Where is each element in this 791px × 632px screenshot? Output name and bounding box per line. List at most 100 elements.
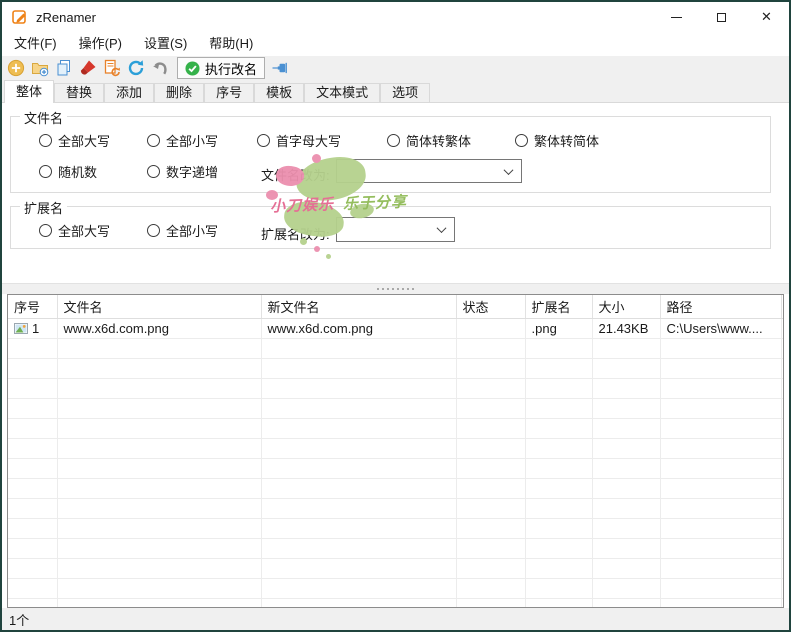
empty-cell	[261, 518, 456, 538]
column-new-filename[interactable]: 新文件名	[261, 295, 456, 318]
radio-ext-uppercase[interactable]: 全部大写	[39, 221, 110, 240]
tab-options[interactable]: 选项	[380, 83, 430, 102]
empty-cell	[660, 458, 781, 478]
tab-text-mode[interactable]: 文本模式	[304, 83, 380, 102]
empty-cell	[456, 398, 525, 418]
tab-delete[interactable]: 删除	[154, 83, 204, 102]
tab-serial[interactable]: 序号	[204, 83, 254, 102]
empty-cell	[525, 398, 592, 418]
radio-filename-uppercase[interactable]: 全部大写	[39, 131, 110, 150]
empty-cell	[57, 458, 261, 478]
copy-list-icon[interactable]	[55, 59, 73, 77]
empty-cell	[781, 578, 783, 598]
empty-cell	[57, 478, 261, 498]
empty-cell	[592, 558, 660, 578]
empty-cell	[592, 518, 660, 538]
empty-cell	[8, 458, 57, 478]
column-index[interactable]: 序号	[8, 295, 57, 318]
cell-index: 1	[8, 318, 57, 338]
empty-cell	[57, 358, 261, 378]
empty-cell	[660, 518, 781, 538]
empty-cell	[660, 498, 781, 518]
empty-cell	[8, 498, 57, 518]
row-index: 1	[32, 321, 39, 336]
empty-cell	[456, 358, 525, 378]
table-header-row: 序号 文件名 新文件名 状态 扩展名 大小 路径	[8, 295, 783, 318]
empty-cell	[660, 378, 781, 398]
empty-cell	[781, 458, 783, 478]
empty-cell	[261, 498, 456, 518]
filename-rename-combobox[interactable]	[336, 159, 522, 183]
radio-label: 随机数	[58, 162, 97, 181]
execute-rename-button[interactable]: 执行改名	[177, 57, 265, 79]
tab-whole[interactable]: 整体	[4, 80, 54, 103]
radio-circle-icon	[39, 134, 52, 147]
empty-cell	[525, 478, 592, 498]
column-status[interactable]: 状态	[456, 295, 525, 318]
maximize-icon	[717, 13, 726, 22]
empty-cell	[8, 518, 57, 538]
minimize-button[interactable]	[654, 2, 699, 32]
radio-label: 全部大写	[58, 221, 110, 240]
undo-icon[interactable]	[151, 59, 169, 77]
empty-cell	[456, 458, 525, 478]
tab-add[interactable]: 添加	[104, 83, 154, 102]
table-row-empty	[8, 398, 783, 418]
extension-rename-combobox[interactable]	[336, 217, 455, 242]
empty-cell	[660, 558, 781, 578]
empty-cell	[781, 438, 783, 458]
radio-filename-capitalize[interactable]: 首字母大写	[257, 131, 341, 150]
radio-ext-lowercase[interactable]: 全部小写	[147, 221, 218, 240]
pin-window-icon[interactable]	[271, 59, 289, 77]
empty-cell	[592, 458, 660, 478]
update-list-icon[interactable]	[103, 59, 121, 77]
empty-cell	[525, 598, 592, 608]
empty-cell	[261, 578, 456, 598]
empty-cell	[592, 378, 660, 398]
empty-cell	[525, 338, 592, 358]
clear-list-icon[interactable]	[79, 59, 97, 77]
radio-simplified-to-traditional[interactable]: 简体转繁体	[387, 131, 471, 150]
empty-cell	[456, 558, 525, 578]
tab-template[interactable]: 模板	[254, 83, 304, 102]
radio-label: 简体转繁体	[406, 131, 471, 150]
empty-cell	[57, 578, 261, 598]
empty-cell	[57, 538, 261, 558]
radio-number-increment[interactable]: 数字递增	[147, 162, 218, 181]
filename-rename-label: 文件名改为:	[261, 165, 330, 184]
menu-operate[interactable]: 操作(P)	[68, 32, 133, 56]
tab-replace[interactable]: 替换	[54, 83, 104, 102]
menu-file[interactable]: 文件(F)	[3, 32, 68, 56]
column-filename[interactable]: 文件名	[57, 295, 261, 318]
column-extension[interactable]: 扩展名	[525, 295, 592, 318]
close-button[interactable]: ✕	[744, 2, 789, 32]
column-path[interactable]: 路径	[660, 295, 781, 318]
column-size[interactable]: 大小	[592, 295, 660, 318]
panel-splitter[interactable]	[2, 283, 789, 294]
radio-circle-icon	[147, 224, 160, 237]
table-row-empty	[8, 598, 783, 608]
table-row[interactable]: 1 www.x6d.com.png www.x6d.com.png .png 2…	[8, 318, 783, 338]
menu-help[interactable]: 帮助(H)	[198, 32, 264, 56]
add-folder-icon[interactable]	[31, 59, 49, 77]
chevron-down-icon	[437, 223, 447, 233]
menu-settings[interactable]: 设置(S)	[133, 32, 198, 56]
execute-rename-label: 执行改名	[205, 59, 257, 78]
empty-cell	[781, 338, 783, 358]
empty-cell	[57, 438, 261, 458]
radio-traditional-to-simplified[interactable]: 繁体转简体	[515, 131, 599, 150]
status-bar: 1个	[2, 608, 789, 630]
empty-cell	[57, 398, 261, 418]
refresh-icon[interactable]	[127, 59, 145, 77]
add-files-icon[interactable]	[7, 59, 25, 77]
cell-status	[456, 318, 525, 338]
empty-cell	[781, 418, 783, 438]
minimize-icon	[671, 17, 682, 18]
table-row-empty	[8, 438, 783, 458]
file-table-body: 1 www.x6d.com.png www.x6d.com.png .png 2…	[8, 318, 783, 608]
radio-random-number[interactable]: 随机数	[39, 162, 97, 181]
app-icon	[12, 9, 28, 25]
maximize-button[interactable]	[699, 2, 744, 32]
empty-cell	[781, 358, 783, 378]
radio-filename-lowercase[interactable]: 全部小写	[147, 131, 218, 150]
